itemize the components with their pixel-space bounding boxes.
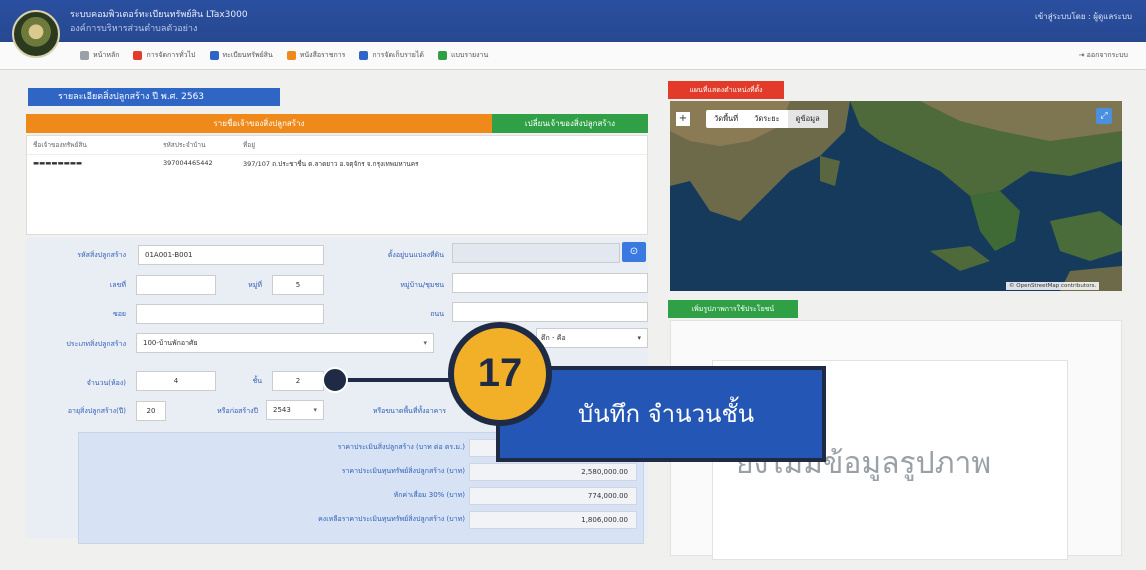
building-type-select[interactable]: 100-บ้านพักอาศัย bbox=[136, 333, 434, 353]
road-field[interactable] bbox=[452, 302, 648, 322]
owner-table-header: ชื่อเจ้าของทรัพย์สิน รหัสประจำบ้าน ที่อย… bbox=[27, 136, 647, 155]
units-label: จำนวน(ห้อง) bbox=[86, 379, 126, 387]
calc-label: ราคาประเมินสิ่งปลูกสร้าง (บาท ต่อ ตร.ม.) bbox=[337, 443, 465, 451]
owner-house-code: 397004465442 bbox=[163, 159, 213, 167]
year-select[interactable]: 2543 bbox=[266, 400, 324, 420]
menu-item[interactable]: หน้าหลัก bbox=[80, 50, 119, 61]
login-label: เข้าสู่ระบบโดย : bbox=[1035, 12, 1091, 21]
calc-value: 1,806,000.00 bbox=[469, 511, 637, 529]
village-label: หมู่บ้าน/ชุมชน bbox=[400, 281, 444, 289]
calc-label: ราคาประเมินทุนทรัพย์สิ่งปลูกสร้าง (บาท) bbox=[341, 467, 465, 475]
map-zoom-in-button[interactable]: + bbox=[676, 112, 690, 126]
callout-step-number: 17 bbox=[448, 322, 552, 426]
callout-text: บันทึก จำนวนชั้น bbox=[578, 400, 755, 428]
menu-item[interactable]: การจัดการทั่วไป bbox=[133, 50, 196, 61]
owner-name: ▬▬▬▬▬▬▬▬ bbox=[33, 159, 83, 167]
calc-row: หักค่าเสื่อม 30% (บาท) 774,000.00 bbox=[79, 487, 645, 505]
measure-area-button[interactable]: วัดพื้นที่ bbox=[706, 110, 746, 128]
calc-label: หักค่าเสื่อม 30% (บาท) bbox=[393, 491, 465, 499]
measure-distance-button[interactable]: วัดระยะ bbox=[746, 110, 788, 128]
login-user[interactable]: ผู้ดูแลระบบ bbox=[1093, 12, 1132, 21]
house-no-field[interactable] bbox=[136, 275, 216, 295]
app-title-line2: องค์การบริหารส่วนตำบลตัวอย่าง bbox=[70, 24, 198, 34]
table-row[interactable]: ▬▬▬▬▬▬▬▬ 397004465442 397/107 ถ.ประชาชื่… bbox=[27, 155, 647, 173]
view-info-button[interactable]: ดูข้อมูล bbox=[787, 110, 828, 128]
tab-owner-list[interactable]: รายชื่อเจ้าของสิ่งปลูกสร้าง bbox=[26, 114, 492, 133]
calculator-icon bbox=[359, 51, 369, 60]
building-material-select[interactable]: ตึก - คือ bbox=[536, 328, 648, 348]
calc-value: 774,000.00 bbox=[469, 487, 637, 505]
total-size-label: หรือขนาดพื้นที่ทั้งอาคาร bbox=[372, 407, 446, 415]
year-label: หรือก่อสร้างปี bbox=[217, 407, 258, 415]
menu-item-label: หนังสือราชการ bbox=[299, 51, 346, 59]
soi-field[interactable] bbox=[136, 304, 324, 324]
moo-label: หมู่ที่ bbox=[248, 281, 262, 289]
menu-item-label: การจัดเก็บรายได้ bbox=[372, 51, 424, 59]
floors-label: ชั้น bbox=[252, 377, 262, 385]
calc-value: 2,580,000.00 bbox=[469, 463, 637, 481]
header-owner-name: ชื่อเจ้าของทรัพย์สิน bbox=[33, 141, 87, 149]
app-title-line1: ระบบคอมพิวเตอร์ทะเบียนทรัพย์สิน LTax3000 bbox=[70, 10, 248, 20]
owner-address: 397/107 ถ.ประชาชื่น ต.ลาดยาว อ.จตุจักร จ… bbox=[243, 160, 419, 168]
app-title: ระบบคอมพิวเตอร์ทะเบียนทรัพย์สิน LTax3000… bbox=[70, 8, 248, 36]
menu-item[interactable]: การจัดเก็บรายได้ bbox=[359, 50, 424, 61]
menu-item[interactable]: ทะเบียนทรัพย์สิน bbox=[209, 50, 273, 61]
organization-logo bbox=[12, 10, 60, 58]
age-label: อายุสิ่งปลูกสร้าง(ปี) bbox=[67, 407, 126, 415]
moo-field[interactable]: 5 bbox=[272, 275, 324, 295]
folder-icon bbox=[286, 51, 296, 60]
top-header: ระบบคอมพิวเตอร์ทะเบียนทรัพย์สิน LTax3000… bbox=[0, 0, 1146, 42]
menu-item-label: หน้าหลัก bbox=[93, 51, 120, 59]
calc-label: คงเหลือราคาประเมินทุนทรัพย์สิ่งปลูกสร้าง… bbox=[318, 515, 465, 523]
menu-item-label: ทะเบียนทรัพย์สิน bbox=[222, 51, 273, 59]
location-map[interactable] bbox=[670, 101, 1122, 291]
report-icon bbox=[437, 51, 447, 60]
menu-item-label: แบบรายงาน bbox=[450, 51, 489, 59]
land-ref-field[interactable] bbox=[452, 243, 620, 263]
section-title: รายละเอียดสิ่งปลูกสร้าง ปี พ.ศ. 2563 bbox=[28, 88, 280, 106]
search-land-button[interactable]: ⊙ bbox=[622, 242, 646, 262]
change-owner-button[interactable]: เปลี่ยนเจ้าของสิ่งปลูกสร้าง bbox=[492, 114, 648, 133]
owner-tabs: รายชื่อเจ้าของสิ่งปลูกสร้าง เปลี่ยนเจ้าข… bbox=[26, 114, 648, 133]
calc-row: คงเหลือราคาประเมินทุนทรัพย์สิ่งปลูกสร้าง… bbox=[79, 511, 645, 529]
callout-connector bbox=[336, 378, 466, 382]
menu-item[interactable]: แบบรายงาน bbox=[437, 50, 489, 61]
building-type-label: ประเภทสิ่งปลูกสร้าง bbox=[66, 340, 126, 348]
map-title: แผนที่แสดงตำแหน่งที่ตั้ง bbox=[668, 81, 784, 99]
map-tiles bbox=[670, 101, 1122, 291]
menu-item[interactable]: หนังสือราชการ bbox=[286, 50, 346, 61]
fullscreen-icon[interactable]: ⤢ bbox=[1096, 108, 1112, 124]
owner-table: ชื่อเจ้าของทรัพย์สิน รหัสประจำบ้าน ที่อย… bbox=[26, 135, 648, 235]
home-icon bbox=[80, 51, 89, 60]
logout-label: ออกจากระบบ bbox=[1086, 51, 1128, 59]
header-house-code: รหัสประจำบ้าน bbox=[163, 141, 206, 149]
map-tools: วัดพื้นที่ วัดระยะ ดูข้อมูล bbox=[706, 110, 828, 128]
menu-items: หน้าหลัก การจัดการทั่วไป ทะเบียนทรัพย์สิน ห… bbox=[80, 50, 488, 61]
village-field[interactable] bbox=[452, 273, 648, 293]
wrench-icon bbox=[133, 51, 143, 60]
menu-item-label: การจัดการทั่วไป bbox=[146, 51, 196, 59]
land-ref-label: ตั้งอยู่บนแปลงที่ดิน bbox=[387, 251, 444, 259]
map-attribution: © OpenStreetMap contributors. bbox=[1006, 282, 1100, 290]
floors-field[interactable]: 2 bbox=[272, 371, 324, 391]
soi-label: ซอย bbox=[112, 310, 126, 318]
house-no-label: เลขที่ bbox=[109, 281, 126, 289]
logout-button[interactable]: ⇥ ออกจากระบบ bbox=[1079, 50, 1128, 61]
building-code-field[interactable]: 01A001-B001 bbox=[138, 245, 324, 265]
age-field[interactable]: 20 bbox=[136, 401, 166, 421]
building-code-label: รหัสสิ่งปลูกสร้าง bbox=[77, 251, 126, 259]
add-image-button[interactable]: เพิ่มรูปภาพการใช้ประโยชน์ bbox=[668, 300, 798, 318]
login-info: เข้าสู่ระบบโดย : ผู้ดูแลระบบ bbox=[1035, 10, 1132, 23]
callout-pointer bbox=[322, 367, 348, 393]
calc-row: ราคาประเมินทุนทรัพย์สิ่งปลูกสร้าง (บาท) … bbox=[79, 463, 645, 481]
register-icon bbox=[209, 51, 219, 60]
units-field[interactable]: 4 bbox=[136, 371, 216, 391]
header-address: ที่อยู่ bbox=[243, 141, 255, 149]
main-menu: หน้าหลัก การจัดการทั่วไป ทะเบียนทรัพย์สิน ห… bbox=[0, 42, 1146, 70]
road-label: ถนน bbox=[430, 310, 444, 318]
